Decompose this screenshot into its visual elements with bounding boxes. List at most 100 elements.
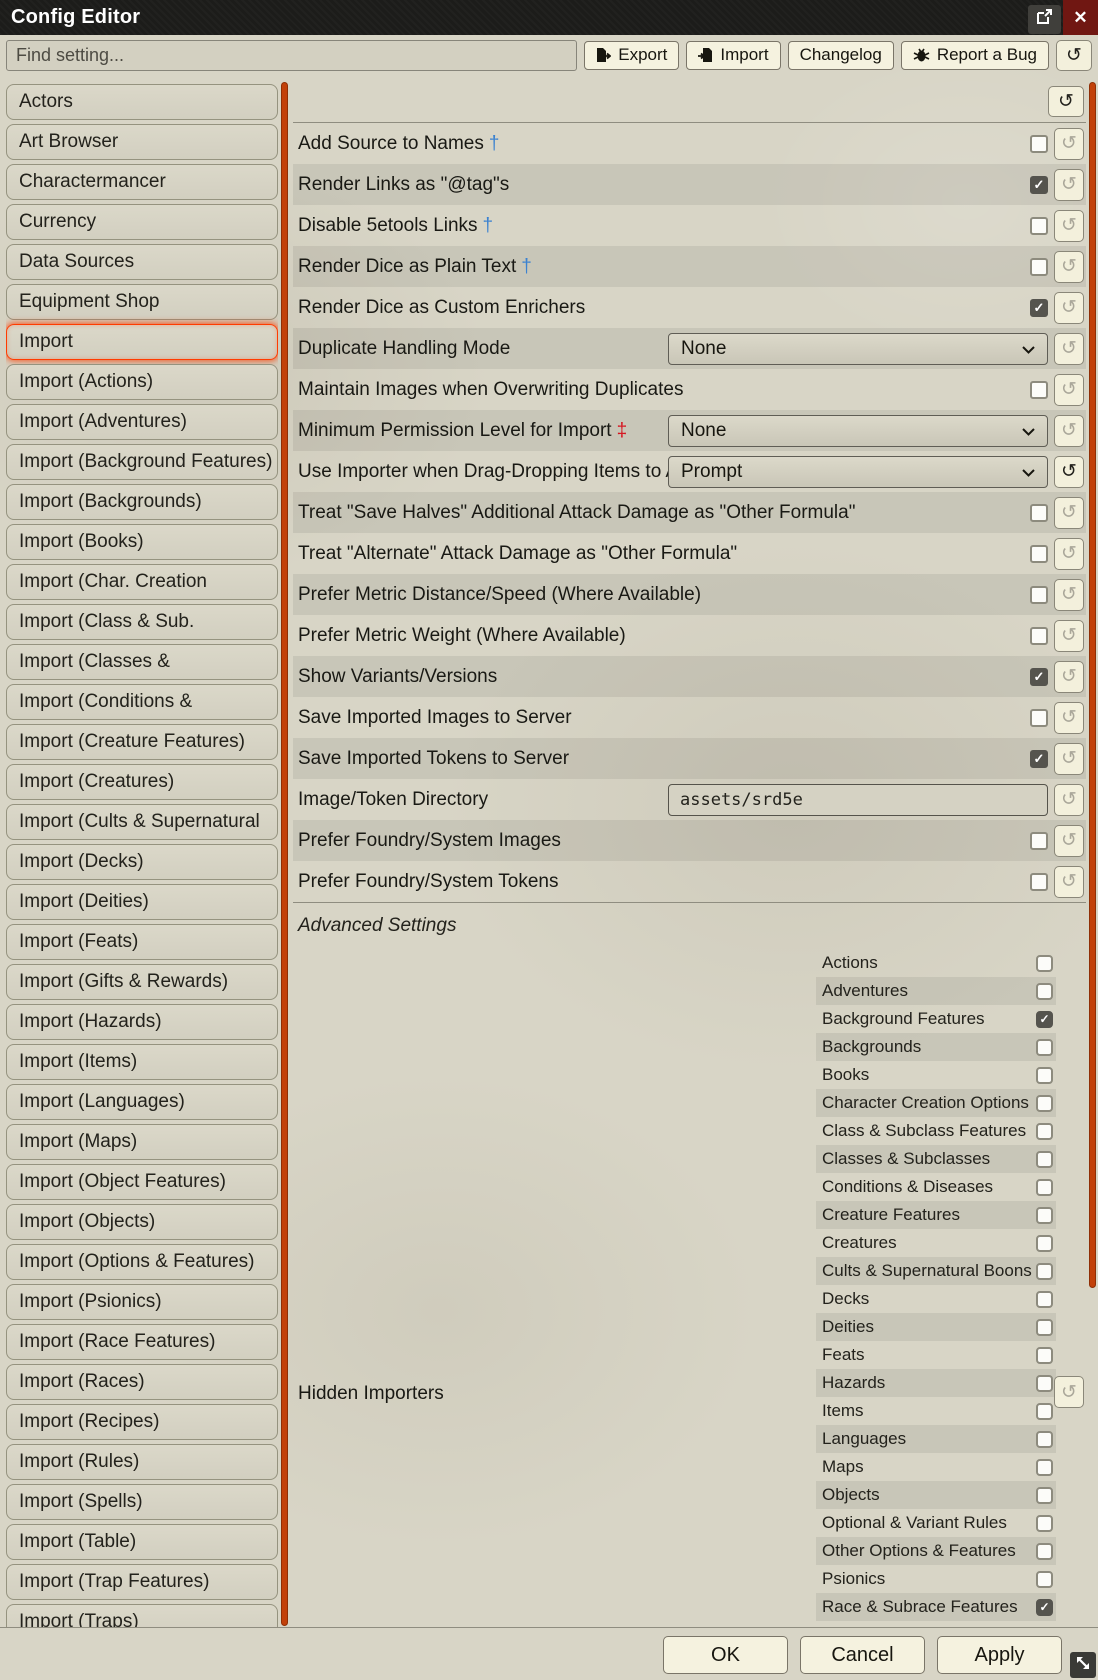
sidebar-item-import-creatures[interactable]: Import (Creatures) bbox=[6, 764, 278, 800]
checkbox-class-subclass-features[interactable] bbox=[1036, 1123, 1053, 1140]
reset-button[interactable]: ↺ bbox=[1054, 292, 1084, 324]
checkbox-race-subrace-features[interactable]: ✓ bbox=[1036, 1599, 1053, 1616]
checkbox-decks[interactable] bbox=[1036, 1291, 1053, 1308]
reset-button[interactable]: ↺ bbox=[1054, 702, 1084, 734]
popout-button[interactable] bbox=[1028, 5, 1061, 34]
checkbox-cults-supernatural-boons[interactable] bbox=[1036, 1263, 1053, 1280]
checkbox-classes-subclasses[interactable] bbox=[1036, 1151, 1053, 1168]
checkbox-prefer-metric-distance-speed-where-available[interactable] bbox=[1030, 586, 1048, 604]
checkbox-creature-features[interactable] bbox=[1036, 1207, 1053, 1224]
sidebar-item-import-cults-supernatural-boons[interactable]: Import (Cults & Supernatural Boons) bbox=[6, 804, 278, 840]
checkbox-actions[interactable] bbox=[1036, 955, 1053, 972]
sidebar-item-import-feats[interactable]: Import (Feats) bbox=[6, 924, 278, 960]
report-bug-button[interactable]: Report a Bug bbox=[901, 41, 1049, 70]
sidebar-item-import-races[interactable]: Import (Races) bbox=[6, 1364, 278, 1400]
reset-button[interactable]: ↺ bbox=[1054, 374, 1084, 406]
checkbox-backgrounds[interactable] bbox=[1036, 1039, 1053, 1056]
checkbox-adventures[interactable] bbox=[1036, 983, 1053, 1000]
checkbox-other-options-features[interactable] bbox=[1036, 1543, 1053, 1560]
sidebar-item-import-languages[interactable]: Import (Languages) bbox=[6, 1084, 278, 1120]
export-button[interactable]: Export bbox=[584, 41, 679, 70]
checkbox-prefer-foundry-system-images[interactable] bbox=[1030, 832, 1048, 850]
checkbox-render-dice-as-custom-enrichers[interactable]: ✓ bbox=[1030, 299, 1048, 317]
sidebar-item-import-trap-features[interactable]: Import (Trap Features) bbox=[6, 1564, 278, 1600]
sidebar-item-import-creature-features[interactable]: Import (Creature Features) bbox=[6, 724, 278, 760]
checkbox-save-imported-tokens-to-server[interactable]: ✓ bbox=[1030, 750, 1048, 768]
checkbox-hazards[interactable] bbox=[1036, 1375, 1053, 1392]
reset-button[interactable]: ↺ bbox=[1054, 169, 1084, 201]
sidebar-item-import-table[interactable]: Import (Table) bbox=[6, 1524, 278, 1560]
checkbox-languages[interactable] bbox=[1036, 1431, 1053, 1448]
checkbox-background-features[interactable]: ✓ bbox=[1036, 1011, 1053, 1028]
checkbox-optional-variant-rules[interactable] bbox=[1036, 1515, 1053, 1532]
close-button[interactable]: ✕ bbox=[1063, 0, 1098, 35]
content-scrollbar[interactable] bbox=[1089, 82, 1096, 1288]
checkbox-save-imported-images-to-server[interactable] bbox=[1030, 709, 1048, 727]
sidebar-item-import-books[interactable]: Import (Books) bbox=[6, 524, 278, 560]
sidebar-item-import-options-features[interactable]: Import (Options & Features) bbox=[6, 1244, 278, 1280]
sidebar-item-import-object-features[interactable]: Import (Object Features) bbox=[6, 1164, 278, 1200]
text-input-image-token-directory[interactable]: assets/srd5e bbox=[668, 784, 1048, 816]
sidebar-item-equipment-shop[interactable]: Equipment Shop bbox=[6, 284, 278, 320]
apply-button[interactable]: Apply bbox=[937, 1636, 1062, 1674]
checkbox-deities[interactable] bbox=[1036, 1319, 1053, 1336]
checkbox-render-links-as-tag-s[interactable]: ✓ bbox=[1030, 176, 1048, 194]
reset-button[interactable]: ↺ bbox=[1054, 415, 1084, 447]
checkbox-psionics[interactable] bbox=[1036, 1571, 1053, 1588]
checkbox-prefer-metric-weight-where-available[interactable] bbox=[1030, 627, 1048, 645]
sidebar-item-import-class-sub-features[interactable]: Import (Class & Sub. Features) bbox=[6, 604, 278, 640]
sidebar-item-import-backgrounds[interactable]: Import (Backgrounds) bbox=[6, 484, 278, 520]
sidebar-item-charactermancer[interactable]: Charactermancer bbox=[6, 164, 278, 200]
sidebar-item-import-adventures[interactable]: Import (Adventures) bbox=[6, 404, 278, 440]
checkbox-objects[interactable] bbox=[1036, 1487, 1053, 1504]
checkbox-render-dice-as-plain-text[interactable] bbox=[1030, 258, 1048, 276]
select-minimum-permission-level-for-import[interactable]: None bbox=[668, 415, 1048, 447]
checkbox-creatures[interactable] bbox=[1036, 1235, 1053, 1252]
select-use-importer-when-drag-dropping-items-to-actors[interactable]: Prompt bbox=[668, 456, 1048, 488]
reset-button[interactable]: ↺ bbox=[1054, 866, 1084, 898]
ok-button[interactable]: OK bbox=[663, 1636, 788, 1674]
resize-handle[interactable] bbox=[1070, 1652, 1096, 1678]
reset-button[interactable]: ↺ bbox=[1054, 128, 1084, 160]
reset-button[interactable]: ↺ bbox=[1054, 251, 1084, 283]
sidebar-item-import-background-features[interactable]: Import (Background Features) bbox=[6, 444, 278, 480]
checkbox-maps[interactable] bbox=[1036, 1459, 1053, 1476]
sidebar-item-import-traps[interactable]: Import (Traps) bbox=[6, 1604, 278, 1628]
checkbox-show-variants-versions[interactable]: ✓ bbox=[1030, 668, 1048, 686]
reset-button[interactable]: ↺ bbox=[1054, 456, 1084, 488]
sidebar-item-import-char-creation-options[interactable]: Import (Char. Creation Options) bbox=[6, 564, 278, 600]
sidebar-item-import-decks[interactable]: Import (Decks) bbox=[6, 844, 278, 880]
sidebar-item-import-actions[interactable]: Import (Actions) bbox=[6, 364, 278, 400]
sidebar-item-actors[interactable]: Actors bbox=[6, 84, 278, 120]
import-button[interactable]: Import bbox=[686, 41, 780, 70]
hidden-importers-reset-button[interactable]: ↺ bbox=[1054, 1376, 1084, 1408]
checkbox-items[interactable] bbox=[1036, 1403, 1053, 1420]
reset-button[interactable]: ↺ bbox=[1054, 538, 1084, 570]
reset-button[interactable]: ↺ bbox=[1054, 210, 1084, 242]
sidebar-item-import-maps[interactable]: Import (Maps) bbox=[6, 1124, 278, 1160]
reset-button[interactable]: ↺ bbox=[1054, 497, 1084, 529]
sidebar-scrollbar[interactable] bbox=[281, 82, 288, 1626]
reset-button[interactable]: ↺ bbox=[1054, 825, 1084, 857]
sidebar-item-import-conditions-diseases[interactable]: Import (Conditions & Diseases) bbox=[6, 684, 278, 720]
checkbox-feats[interactable] bbox=[1036, 1347, 1053, 1364]
checkbox-prefer-foundry-system-tokens[interactable] bbox=[1030, 873, 1048, 891]
checkbox-add-source-to-names[interactable] bbox=[1030, 135, 1048, 153]
sidebar-item-import-deities[interactable]: Import (Deities) bbox=[6, 884, 278, 920]
search-input[interactable] bbox=[6, 40, 577, 71]
sidebar-item-import[interactable]: Import bbox=[6, 324, 278, 360]
reset-button[interactable]: ↺ bbox=[1054, 620, 1084, 652]
checkbox-books[interactable] bbox=[1036, 1067, 1053, 1084]
sidebar-item-import-recipes[interactable]: Import (Recipes) bbox=[6, 1404, 278, 1440]
sidebar-item-art-browser[interactable]: Art Browser bbox=[6, 124, 278, 160]
reset-button[interactable]: ↺ bbox=[1054, 743, 1084, 775]
reset-button[interactable]: ↺ bbox=[1054, 333, 1084, 365]
checkbox-character-creation-options[interactable] bbox=[1036, 1095, 1053, 1112]
sidebar-item-import-items[interactable]: Import (Items) bbox=[6, 1044, 278, 1080]
sidebar-item-import-spells[interactable]: Import (Spells) bbox=[6, 1484, 278, 1520]
reset-all-button[interactable]: ↺ bbox=[1056, 40, 1092, 71]
sidebar-item-import-gifts-rewards[interactable]: Import (Gifts & Rewards) bbox=[6, 964, 278, 1000]
sidebar-item-import-race-features[interactable]: Import (Race Features) bbox=[6, 1324, 278, 1360]
checkbox-disable-5etools-links[interactable] bbox=[1030, 217, 1048, 235]
changelog-button[interactable]: Changelog bbox=[788, 41, 894, 70]
